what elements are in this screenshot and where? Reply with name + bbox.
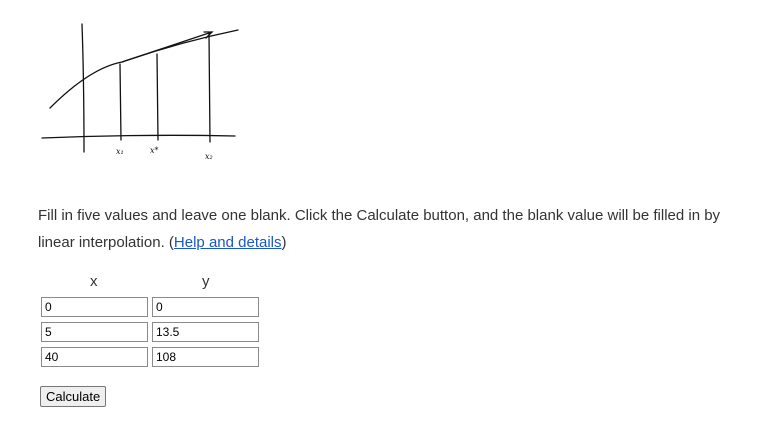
diagram-line-x2 xyxy=(208,33,211,143)
help-details-link[interactable]: Help and details xyxy=(174,234,282,251)
y-input-row-1[interactable] xyxy=(152,297,259,317)
instructions-body: Fill in five values and leave one blank.… xyxy=(38,207,721,251)
diagram-secant-line xyxy=(121,31,213,63)
diagram-x-axis xyxy=(41,134,236,139)
y-column-header: y xyxy=(202,273,210,290)
calculate-button[interactable]: Calculate xyxy=(40,386,107,407)
diagram-line-xstar xyxy=(156,53,159,141)
y-input-row-2[interactable] xyxy=(152,322,259,342)
x-input-row-2[interactable] xyxy=(41,322,148,342)
diagram-label-x1: x₁ xyxy=(116,147,124,156)
x-input-row-1[interactable] xyxy=(41,297,148,317)
diagram-label-xstar: x* xyxy=(150,146,159,155)
diagram-label-x2: x₂ xyxy=(205,152,213,161)
x-input-row-3[interactable] xyxy=(41,347,148,367)
diagram-y-axis xyxy=(81,23,85,153)
y-input-row-3[interactable] xyxy=(152,347,259,367)
instructions-suffix: ) xyxy=(281,234,287,251)
instructions-text: Fill in five values and leave one blank.… xyxy=(38,202,738,256)
interpolation-diagram: x₁ x* x₂ xyxy=(41,23,239,161)
x-column-header: x xyxy=(90,273,98,290)
diagram-line-x1 xyxy=(119,63,122,141)
